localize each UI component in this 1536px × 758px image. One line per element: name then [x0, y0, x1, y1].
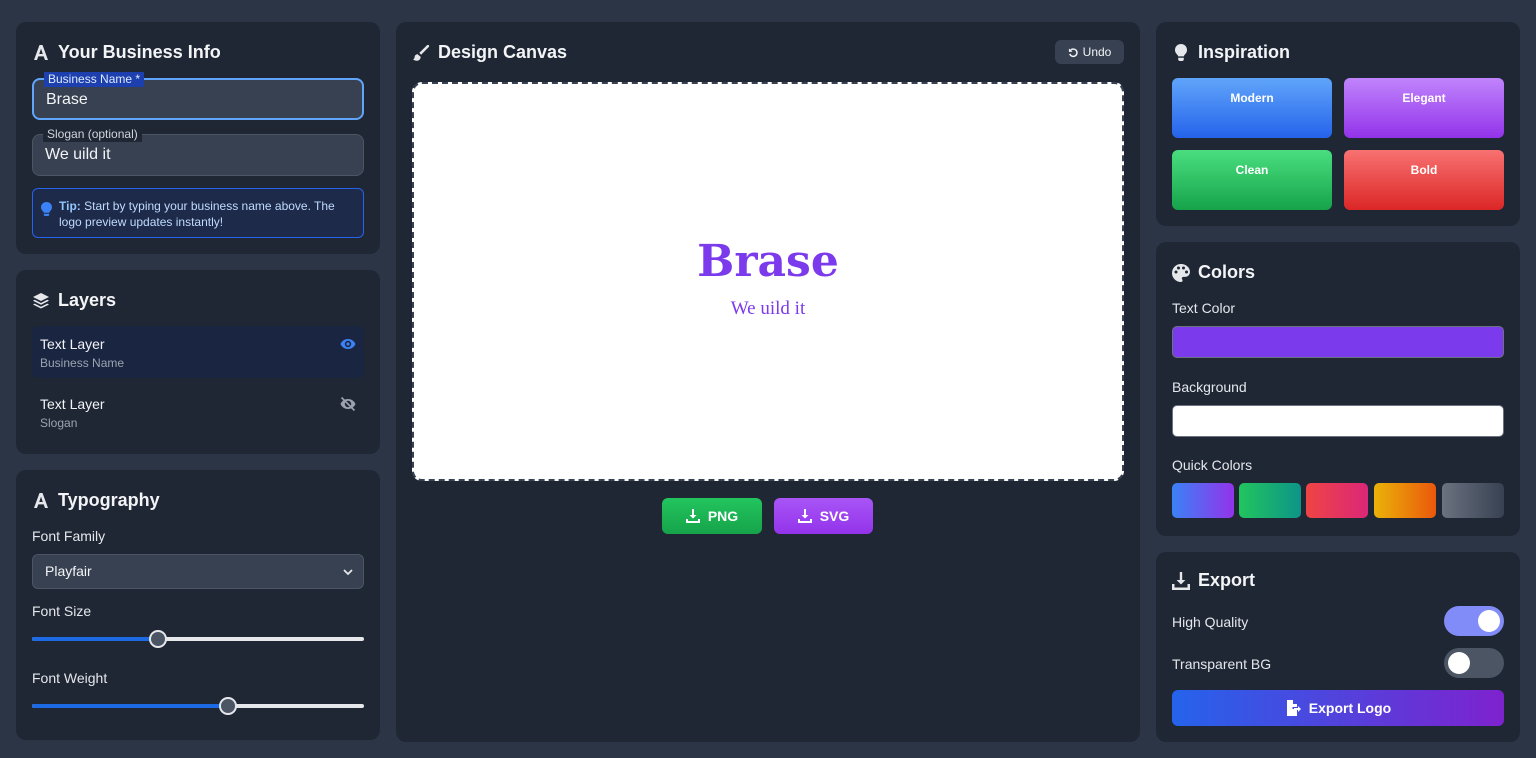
slogan-input[interactable]: Slogan (optional) We uild it: [32, 127, 364, 176]
toggle-knob: [1448, 652, 1470, 674]
transparent-bg-label: Transparent BG: [1172, 656, 1272, 672]
style-modern-button[interactable]: Modern: [1172, 78, 1332, 138]
layer-sublabel: Slogan: [40, 416, 78, 430]
logo-business-name[interactable]: Brase: [414, 236, 1122, 287]
typography-title: Typography: [32, 490, 160, 511]
style-elegant-button[interactable]: Elegant: [1344, 78, 1504, 138]
text-color-picker[interactable]: [1172, 326, 1504, 358]
quick-color-swatch[interactable]: [1172, 483, 1234, 518]
quick-color-swatch[interactable]: [1306, 483, 1368, 518]
slogan-value: We uild it: [45, 146, 111, 163]
business-info-title: Your Business Info: [32, 42, 221, 63]
background-color-picker[interactable]: [1172, 405, 1504, 437]
export-panel: Export High Quality Transparent BG Expor…: [1156, 552, 1520, 742]
lightbulb-icon: [1175, 43, 1187, 61]
export-title: Export: [1172, 570, 1255, 591]
layer-item-business-name[interactable]: Text Layer Business Name: [32, 326, 364, 378]
export-logo-button[interactable]: Export Logo: [1172, 690, 1504, 726]
business-info-panel: Your Business Info Business Name * Brase…: [16, 22, 380, 254]
download-icon: [797, 509, 812, 523]
tip-bold: Tip:: [59, 199, 81, 213]
chevron-down-icon: [343, 569, 353, 576]
eye-slash-icon[interactable]: [340, 396, 356, 412]
style-clean-button[interactable]: Clean: [1172, 150, 1332, 210]
business-name-input[interactable]: Business Name * Brase: [32, 72, 364, 120]
download-svg-button[interactable]: SVG: [774, 498, 873, 534]
colors-title: Colors: [1172, 262, 1255, 283]
file-export-icon: [1286, 700, 1301, 716]
inspiration-title: Inspiration: [1172, 42, 1290, 63]
tip-text: Start by typing your business name above…: [59, 199, 335, 229]
business-name-label: Business Name *: [44, 72, 145, 87]
font-family-select[interactable]: Playfair: [32, 554, 364, 589]
font-family-value: Playfair: [45, 563, 92, 579]
slider-thumb[interactable]: [219, 697, 237, 715]
font-icon: [34, 44, 48, 60]
logo-canvas[interactable]: Brase We uild it: [412, 82, 1124, 481]
colors-panel: Colors Text Color Background Quick Color…: [1156, 242, 1520, 536]
paintbrush-icon: [413, 44, 430, 61]
design-canvas-title: Design Canvas: [412, 42, 567, 63]
text-color-label: Text Color: [1172, 300, 1236, 316]
font-icon: [34, 492, 48, 508]
download-icon: [685, 509, 700, 523]
inspiration-panel: Inspiration Modern Elegant Clean Bold: [1156, 22, 1520, 226]
download-icon: [1172, 571, 1190, 590]
layers-icon: [33, 292, 49, 308]
style-bold-button[interactable]: Bold: [1344, 150, 1504, 210]
typography-panel: Typography Font Family Playfair Font Siz…: [16, 470, 380, 740]
layers-panel: Layers Text Layer Business Name Text Lay…: [16, 270, 380, 454]
undo-icon: [1068, 47, 1078, 57]
tip-box: Tip: Start by typing your business name …: [32, 188, 364, 238]
eye-icon[interactable]: [340, 336, 356, 352]
slogan-label: Slogan (optional): [43, 127, 142, 142]
background-label: Background: [1172, 379, 1247, 395]
font-weight-label: Font Weight: [32, 670, 108, 686]
download-png-button[interactable]: PNG: [662, 498, 762, 534]
font-weight-slider[interactable]: [32, 697, 364, 715]
quick-color-swatch[interactable]: [1374, 483, 1436, 518]
font-size-slider[interactable]: [32, 630, 364, 648]
lightbulb-icon: [41, 202, 52, 216]
quick-colors-label: Quick Colors: [1172, 457, 1253, 473]
layers-title: Layers: [32, 290, 116, 311]
business-name-value: Brase: [46, 91, 88, 108]
font-size-label: Font Size: [32, 603, 92, 619]
slider-fill: [32, 637, 158, 641]
layer-item-slogan[interactable]: Text Layer Slogan: [32, 386, 364, 438]
quick-color-swatch[interactable]: [1239, 483, 1301, 518]
palette-icon: [1172, 263, 1190, 282]
font-family-label: Font Family: [32, 528, 106, 544]
slider-thumb[interactable]: [149, 630, 167, 648]
high-quality-toggle[interactable]: [1444, 606, 1504, 636]
transparent-bg-toggle[interactable]: [1444, 648, 1504, 678]
quick-color-swatch[interactable]: [1442, 483, 1504, 518]
layer-label: Text Layer: [40, 336, 105, 352]
logo-slogan[interactable]: We uild it: [414, 298, 1122, 320]
toggle-knob: [1478, 610, 1500, 632]
design-canvas-panel: Design Canvas Undo Brase We uild it PNG …: [396, 22, 1140, 742]
undo-button[interactable]: Undo: [1055, 40, 1124, 64]
high-quality-label: High Quality: [1172, 614, 1249, 630]
layer-label: Text Layer: [40, 396, 105, 412]
layer-sublabel: Business Name: [40, 356, 125, 370]
slider-fill: [32, 704, 228, 708]
